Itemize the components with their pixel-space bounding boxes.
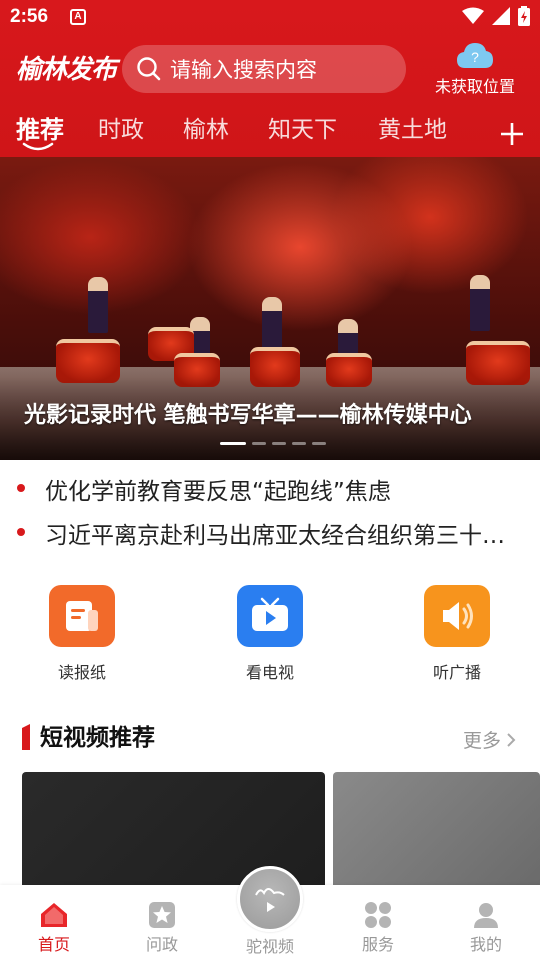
tab-yulin[interactable]: 榆林 bbox=[183, 110, 229, 144]
weather-cloud-icon: ? bbox=[457, 43, 493, 68]
banner-figure bbox=[88, 277, 108, 333]
svg-text:?: ? bbox=[471, 49, 479, 65]
read-newspaper-button[interactable]: 读报纸 bbox=[22, 585, 142, 683]
status-bar: 2:56 A bbox=[0, 0, 540, 36]
status-icons bbox=[462, 6, 530, 26]
nav-label: 服务 bbox=[361, 935, 394, 954]
listen-radio-button[interactable]: 听广播 bbox=[397, 585, 517, 683]
chevron-right-icon bbox=[507, 732, 516, 747]
carousel-indicator bbox=[220, 442, 326, 445]
nav-mine[interactable]: 我的 bbox=[446, 901, 526, 955]
tab-active-indicator bbox=[22, 142, 54, 151]
headline-text: 习近平离京赴利马出席亚太经合组织第三十一次领导人非正式会议 bbox=[45, 523, 515, 549]
app-logo[interactable]: 榆林发布 bbox=[16, 50, 117, 90]
headline-item[interactable]: 优化学前教育要反思“起跑线”焦虑 bbox=[0, 468, 540, 508]
signal-icon bbox=[492, 7, 510, 25]
shortcut-label: 看电视 bbox=[245, 663, 294, 682]
bullet-dot-icon bbox=[17, 484, 25, 492]
bullet-dot-icon bbox=[17, 528, 25, 536]
carousel-dot-active bbox=[220, 442, 246, 445]
nav-camel-video[interactable] bbox=[237, 866, 303, 932]
banner-title: 光影记录时代 笔触书写华章——榆林传媒中心 bbox=[24, 403, 472, 428]
home-icon bbox=[41, 903, 67, 927]
nav-services[interactable]: 服务 bbox=[338, 901, 418, 955]
person-icon bbox=[474, 903, 498, 928]
headline-text: 优化学前教育要反思“起跑线”焦虑 bbox=[45, 479, 391, 505]
section-title: 短视频推荐 bbox=[40, 725, 155, 751]
speaker-icon bbox=[424, 585, 490, 647]
channel-tabs: 推荐 时政 榆林 知天下 黄土地 bbox=[0, 104, 540, 154]
star-icon bbox=[149, 902, 175, 928]
search-icon bbox=[137, 57, 161, 81]
nav-home[interactable]: 首页 bbox=[14, 901, 94, 955]
video-card[interactable] bbox=[333, 772, 540, 892]
shortcut-label: 读报纸 bbox=[57, 663, 106, 682]
tab-politics[interactable]: 时政 bbox=[98, 110, 144, 144]
carousel-dot bbox=[252, 442, 266, 445]
search-placeholder: 请输入搜索内容 bbox=[170, 58, 317, 82]
tab-loess[interactable]: 黄土地 bbox=[378, 110, 447, 144]
nav-label: 首页 bbox=[37, 935, 70, 954]
banner-figure bbox=[470, 275, 490, 331]
wifi-icon bbox=[462, 7, 484, 24]
tab-recommend[interactable]: 推荐 bbox=[16, 110, 64, 145]
carousel-dot bbox=[292, 442, 306, 445]
app-header: 2:56 A 榆林发布 请输入搜索内容 ? 未获取位置 推荐 时政 榆林 知天下… bbox=[0, 0, 540, 157]
more-label: 更多 bbox=[463, 730, 502, 752]
nav-label: 驼视频 bbox=[245, 937, 294, 956]
newspaper-icon bbox=[49, 585, 115, 647]
add-channel-icon[interactable] bbox=[498, 120, 526, 148]
tab-world[interactable]: 知天下 bbox=[268, 110, 337, 144]
tv-icon bbox=[237, 585, 303, 647]
banner-carousel[interactable]: 光影记录时代 笔触书写华章——榆林传媒中心 bbox=[0, 157, 540, 460]
location-button[interactable]: ? 未获取位置 bbox=[426, 40, 524, 100]
battery-icon bbox=[518, 6, 530, 26]
section-marker-icon bbox=[22, 724, 30, 750]
watch-tv-button[interactable]: 看电视 bbox=[210, 585, 330, 683]
banner-figure bbox=[262, 297, 282, 353]
camel-video-icon bbox=[255, 888, 285, 912]
notification-icon: A bbox=[70, 9, 86, 25]
carousel-dot bbox=[272, 442, 286, 445]
search-bar[interactable]: 请输入搜索内容 bbox=[122, 45, 406, 93]
grid-icon bbox=[365, 902, 391, 928]
location-label: 未获取位置 bbox=[434, 77, 515, 96]
nav-label: 我的 bbox=[469, 935, 502, 954]
nav-inquiry[interactable]: 问政 bbox=[122, 901, 202, 955]
status-time: 2:56 bbox=[10, 6, 49, 27]
nav-label: 问政 bbox=[145, 935, 178, 954]
carousel-dot bbox=[312, 442, 326, 445]
shortcut-label: 听广播 bbox=[432, 663, 481, 682]
headline-item[interactable]: 习近平离京赴利马出席亚太经合组织第三十一次领导人非正式会议 bbox=[0, 512, 540, 552]
more-link[interactable]: 更多 bbox=[463, 726, 517, 753]
